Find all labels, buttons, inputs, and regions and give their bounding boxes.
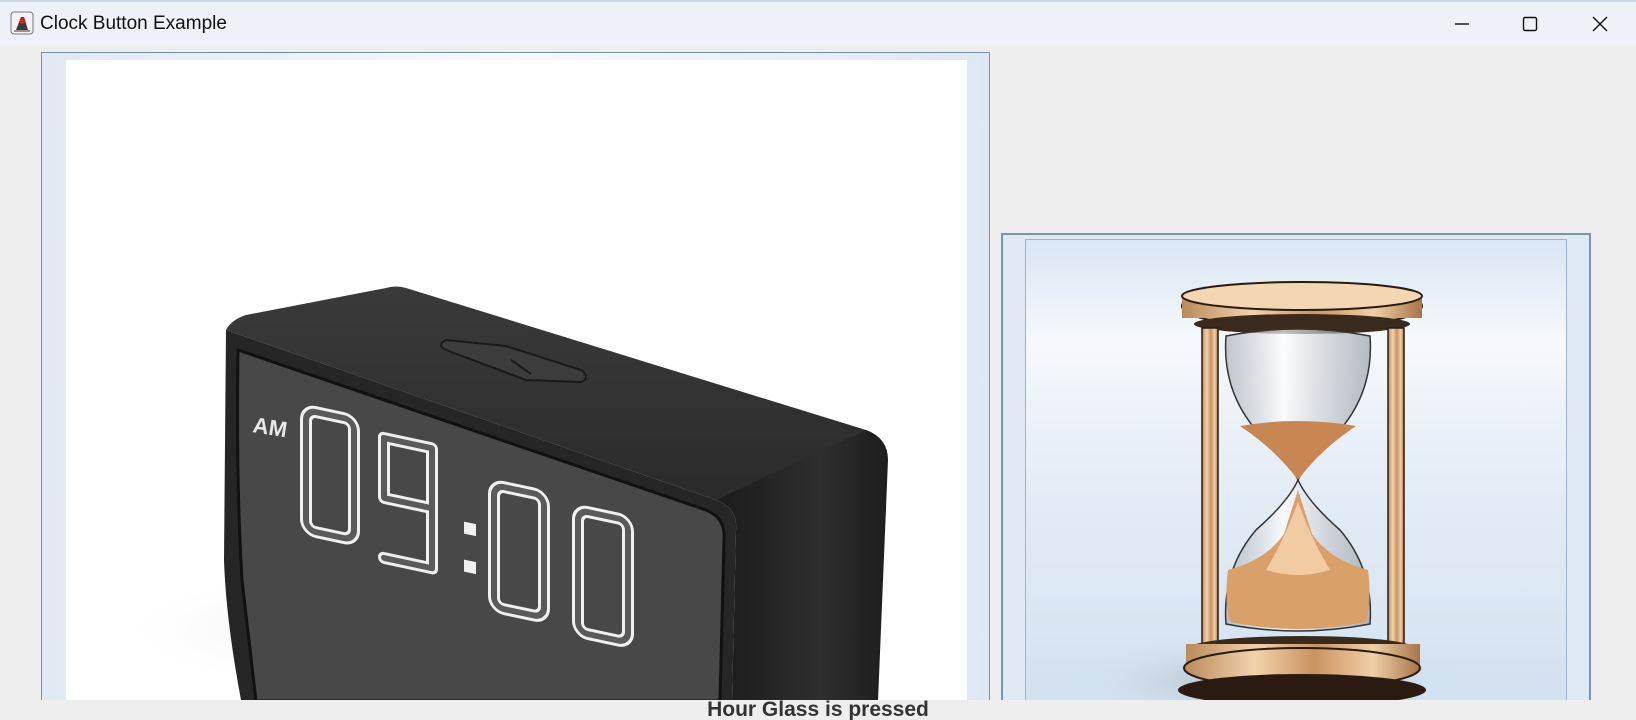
status-label: Hour Glass is pressed xyxy=(707,698,929,720)
clock-button[interactable]: AM xyxy=(41,52,990,700)
alarm-clock-illustration: AM xyxy=(106,286,888,700)
close-icon xyxy=(1592,16,1608,31)
close-button[interactable] xyxy=(1566,2,1634,45)
title-bar[interactable]: Clock Button Example xyxy=(0,0,1636,45)
app-window: Clock Button Example AM Hour Glass is pr… xyxy=(0,0,1636,720)
digital-alarm-clock-image: AM xyxy=(66,60,967,700)
maximize-icon xyxy=(1522,16,1538,31)
window-title: Clock Button Example xyxy=(40,13,227,34)
minimize-icon xyxy=(1455,22,1469,25)
hourglass-image-frame xyxy=(1025,239,1567,700)
hourglass-image xyxy=(1066,281,1466,700)
maximize-button[interactable] xyxy=(1496,2,1564,45)
clock-period-label: AM xyxy=(251,412,289,442)
java-duke-icon xyxy=(10,11,34,35)
hourglass-button[interactable] xyxy=(1001,233,1591,700)
minimize-button[interactable] xyxy=(1428,2,1496,45)
